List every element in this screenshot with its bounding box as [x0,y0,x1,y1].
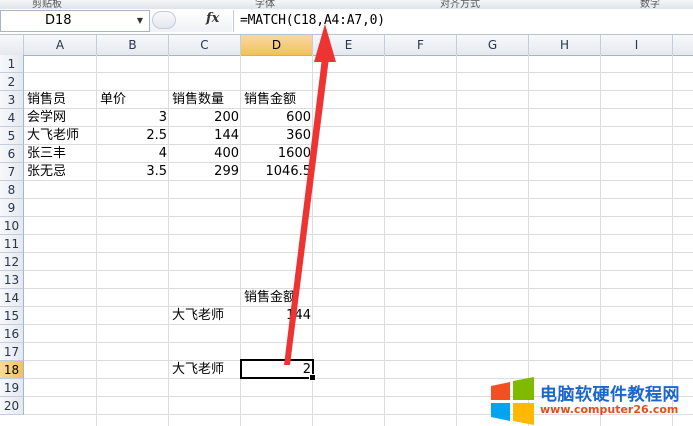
annotation-arrow [284,24,336,365]
watermark-logo: 电脑软硬件教程网 www.computer26.com [488,376,693,426]
windows-logo-icon [491,377,534,425]
arrow-head [314,24,336,62]
watermark-title: 电脑软硬件教程网 [540,385,680,405]
arrow-shaft [284,58,329,365]
watermark-url: www.computer26.com [540,403,679,416]
